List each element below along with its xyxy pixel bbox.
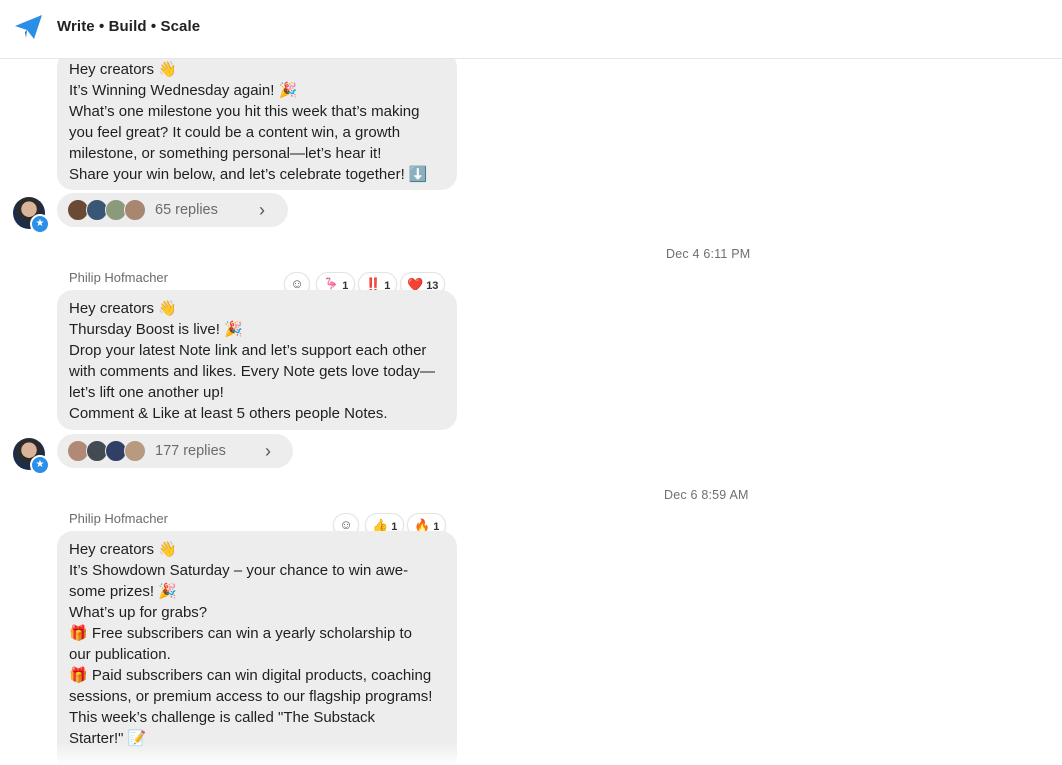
- replies-count: 65 replies: [155, 202, 218, 218]
- message-line: Hey creators 👋: [69, 541, 177, 558]
- replies-button[interactable]: 177 replies ›: [57, 434, 293, 468]
- message-line: Share your win below, and let’s celebrat…: [69, 166, 428, 183]
- message-line: sessions, or premium access to our flags…: [69, 688, 433, 705]
- reply-avatar: [124, 199, 146, 221]
- message-line: some prizes! 🎉: [69, 583, 177, 600]
- message-line: let’s lift one another up!: [69, 384, 224, 401]
- message-line: you feel great? It could be a content wi…: [69, 124, 401, 141]
- chevron-right-icon: ›: [265, 441, 271, 461]
- message-bubble: Hey creators 👋 It’s Showdown Saturday – …: [57, 531, 457, 765]
- scroll-fade: [0, 743, 1062, 765]
- message-line: It’s Showdown Saturday – your chance to …: [69, 562, 409, 579]
- avatar[interactable]: ★: [13, 197, 50, 234]
- app-header: Write • Build • Scale: [0, 0, 1062, 59]
- chevron-right-icon: ›: [259, 200, 265, 220]
- sender-name[interactable]: Philip Hofmacher: [69, 511, 168, 526]
- message-line: 🎁 Paid subscribers can win digital produ…: [69, 667, 432, 684]
- message-line: This week’s challenge is called "The Sub…: [69, 709, 376, 726]
- verified-badge-icon: ★: [30, 214, 50, 234]
- message-line: It’s Winning Wednesday again! 🎉: [69, 82, 298, 99]
- message-line: Hey creators 👋: [69, 61, 177, 78]
- message-line: Comment & Like at least 5 others people …: [69, 405, 388, 422]
- message-line: What’s one milestone you hit this week t…: [69, 103, 420, 120]
- message-line: 🎁 Free subscribers can win a yearly scho…: [69, 625, 412, 642]
- message-bubble: Hey creators 👋 Thursday Boost is live! 🎉…: [57, 290, 457, 430]
- message-line: Hey creators 👋: [69, 300, 177, 317]
- message-line: milestone, or something personal—let’s h…: [69, 145, 382, 162]
- sender-name[interactable]: Philip Hofmacher: [69, 270, 168, 285]
- message-timestamp: Dec 6 8:59 AM: [664, 488, 749, 502]
- replies-count: 177 replies: [155, 443, 226, 459]
- message-feed: Hey creators 👋 It’s Winning Wednesday ag…: [0, 59, 1062, 765]
- app-title: Write • Build • Scale: [57, 18, 201, 35]
- replies-button[interactable]: 65 replies ›: [57, 193, 288, 227]
- message-line: Thursday Boost is live! 🎉: [69, 321, 243, 338]
- message-line: Drop your latest Note link and let’s sup…: [69, 342, 427, 359]
- verified-badge-icon: ★: [30, 455, 50, 475]
- message-line: our publication.: [69, 646, 171, 663]
- reply-avatar: [124, 440, 146, 462]
- message-line: with comments and likes. Every Note gets…: [69, 363, 435, 380]
- message-timestamp: Dec 4 6:11 PM: [666, 247, 751, 261]
- message-line: What’s up for grabs?: [69, 604, 208, 621]
- paper-plane-icon[interactable]: [14, 13, 44, 41]
- avatar[interactable]: ★: [13, 438, 50, 475]
- message-bubble: Hey creators 👋 It’s Winning Wednesday ag…: [57, 59, 457, 190]
